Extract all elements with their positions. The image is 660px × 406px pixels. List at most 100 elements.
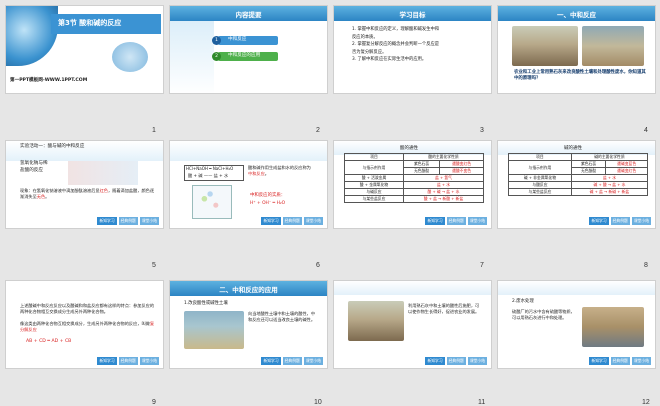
table-row: 与某些盐反应酸 + 盐 → 新酸 + 新盐 — [344, 195, 485, 203]
tab-new-learning[interactable]: 新知学习 — [261, 357, 281, 365]
slide-thumbnail-2[interactable]: 内容提要 1 中和反应 2 中和反应的应用 — [169, 5, 328, 94]
table-cell: 紫色石蕊 — [402, 160, 441, 168]
slide-top-band — [170, 141, 327, 161]
table-cell: 盐 + 氢气 — [402, 174, 485, 182]
application-body: 硫酸厂的污水中含有硫酸等物质，可以用熟石灰进行中和处理。 — [512, 309, 575, 321]
tab-new-learning[interactable]: 新知学习 — [589, 217, 609, 225]
neutralization-note: 酸和碱作用生成盐和水的反应称为中和反应。 — [248, 165, 314, 177]
table-cell: 紫色石蕊 — [570, 160, 607, 168]
equation: HCl+NaOH ═ NaCl+H₂O — [186, 166, 234, 171]
tab-summary[interactable]: 课堂小结 — [139, 217, 159, 225]
table-cell: 遇碱变红色 — [605, 167, 648, 175]
tab-summary[interactable]: 课堂小结 — [303, 357, 323, 365]
slide-thumbnail-12[interactable]: 2.废水处理 硫酸厂的污水中含有硫酸等物质，可以用熟石灰进行中和处理。 新知学习… — [497, 280, 656, 369]
table-title: 碱的通性 — [564, 146, 582, 151]
left-decoration — [170, 21, 214, 93]
slide-footer: 第一PPT模板网-WWW.1PPT.COM — [10, 78, 88, 83]
slide-thumbnail-7[interactable]: 酸的通性 项目 酸的主要化学性质 与指示剂作用 紫色石蕊 遇酸变红色 无色酚酞 遇酸不变… — [333, 140, 492, 229]
soil-photo — [582, 26, 644, 66]
tab-examples[interactable]: 经典例题 — [118, 217, 138, 225]
objective-line: 否为复分解反应。 — [352, 49, 387, 55]
table-cell: 无色酚酞 — [402, 167, 441, 175]
slide-thumbnail-5[interactable]: 实验活动一：酸与碱的中和反应 氢氧化钠与稀 盐酸的反应 现象：在氢氧化钠溶液中滴… — [5, 140, 164, 229]
table-row: 与指示剂作用 紫色石蕊 遇碱变蓝色 — [508, 160, 648, 175]
agenda-item-1: 中和反应 — [228, 37, 247, 42]
tab-examples[interactable]: 经典例题 — [282, 357, 302, 365]
slide-thumbnail-1[interactable]: 第3节 酸和碱的反应 第一PPT模板网-WWW.1PPT.COM — [5, 5, 164, 94]
slide-top-band — [498, 281, 655, 295]
tab-examples[interactable]: 经典例题 — [446, 357, 466, 365]
application-subtitle: 2.废水处理 — [512, 299, 534, 304]
tab-examples[interactable]: 经典例题 — [282, 217, 302, 225]
table-cell: 与指示剂作用 — [508, 160, 572, 175]
activity-title: 实验活动一：酸与碱的中和反应 — [20, 144, 85, 149]
experiment-illustration — [68, 161, 138, 185]
slide-thumbnail-4[interactable]: 一、中和反应 农业和工业上常用熟石灰来改良酸性土壤和处理酸性废水，你知道其中的原… — [497, 5, 656, 94]
slide-number: 12 — [642, 399, 650, 406]
tab-summary[interactable]: 课堂小结 — [139, 357, 159, 365]
slide-title: 第3节 酸和碱的反应 — [58, 19, 122, 27]
slide-thumbnail-3[interactable]: 学习目标 1. 掌握中和反应的定义，理解酸和碱发生中和 反应的本质。 2. 掌握… — [333, 5, 492, 94]
observation-end: 无色 — [36, 194, 46, 200]
mini-tab-bar: 新知学习 经典例题 课堂小结 — [261, 357, 323, 365]
note-prefix: 酸和碱作用生成盐和水的反应称为 — [248, 165, 311, 170]
tab-summary[interactable]: 课堂小结 — [467, 357, 487, 365]
tab-examples[interactable]: 经典例题 — [118, 357, 138, 365]
tab-new-learning[interactable]: 新知学习 — [425, 217, 445, 225]
base-properties-table: 项目 碱的主要化学性质 与指示剂作用 紫色石蕊 遇碱变蓝色 无色酚酞 遇碱变红色 碱 +… — [508, 153, 649, 196]
mini-tab-bar: 新知学习 经典例题 课堂小结 — [261, 217, 323, 225]
slide-number: 5 — [152, 262, 156, 269]
slide-thumbnail-8[interactable]: 碱的通性 项目 碱的主要化学性质 与指示剂作用 紫色石蕊 遇碱变蓝色 无色酚酞 遇碱变红… — [497, 140, 656, 229]
tab-new-learning[interactable]: 新知学习 — [261, 217, 281, 225]
slide-thumbnail-11[interactable]: 利用熟石灰中和土壤的酸性后施肥，可以使作物生长得好，促进农业的发展。 新知学习 … — [333, 280, 492, 369]
slide-number: 9 — [152, 399, 156, 406]
molecule-image — [112, 42, 148, 72]
slide-thumbnail-10[interactable]: 二、中和反应的应用 1.改良酸性或碱性土壤 向当地酸性土壤中和土壤的酸性，中和反… — [169, 280, 328, 369]
table-cell: 与某些盐反应 — [344, 195, 404, 203]
table-cell: 项目 — [344, 153, 404, 161]
tab-examples[interactable]: 经典例题 — [610, 357, 630, 365]
paragraph-1: 上述酸碱中和反应反应以及酸碱和和盐反应都有这样的特点：参加反应的两种化合物相互交… — [20, 303, 155, 315]
table-cell: 盐 + 水 — [402, 181, 485, 189]
table-row: 与酸反应碱 + 酸 → 盐 + 水 — [508, 181, 649, 189]
table-cell: 碱 + 盐 → 新碱 + 新盐 — [570, 188, 649, 196]
tab-examples[interactable]: 经典例题 — [610, 217, 630, 225]
mini-tab-bar: 新知学习 经典例题 课堂小结 — [97, 357, 159, 365]
wastewater-photo — [582, 307, 644, 347]
slide-header-title: 二、中和反应的应用 — [219, 286, 278, 294]
observation-red: 红色 — [99, 188, 108, 193]
tab-examples[interactable]: 经典例题 — [446, 217, 466, 225]
table-cell: 碱 + 酸 → 盐 + 水 — [570, 181, 649, 189]
tab-new-learning[interactable]: 新知学习 — [97, 217, 117, 225]
table-row: 项目 碱的主要化学性质 — [508, 153, 649, 161]
slide-header-title: 学习目标 — [399, 11, 426, 19]
agenda-item-1-bar — [218, 36, 278, 45]
slide-thumbnail-6[interactable]: HCl+NaOH ═ NaCl+H₂O 酸 + 碱 —— 盐 + 水 酸和碱作用… — [169, 140, 328, 229]
table-row: 与某些盐反应碱 + 盐 → 新碱 + 新盐 — [508, 188, 649, 196]
slide-number: 2 — [316, 127, 320, 134]
slide-top-band — [334, 281, 491, 295]
table-cell: 酸 + 金属氧化物 — [344, 181, 404, 189]
tab-summary[interactable]: 课堂小结 — [631, 357, 651, 365]
tab-new-learning[interactable]: 新知学习 — [97, 357, 117, 365]
reaction-scheme: 酸 + 碱 —— 盐 + 水 — [188, 173, 229, 178]
tab-summary[interactable]: 课堂小结 — [631, 217, 651, 225]
objectives-list: 1. 掌握中和反应的定义，理解酸和碱发生中和 反应的本质。 2. 掌握复分解反应… — [352, 26, 490, 64]
acid-properties-table: 项目 酸的主要化学性质 与指示剂作用 紫色石蕊 遇酸变红色 无色酚酞 遇酸不变色 酸 +… — [344, 153, 485, 203]
slide-thumbnail-9[interactable]: 上述酸碱中和反应反应以及酸碱和和盐反应都有这样的特点：参加反应的两种化合物相互交… — [5, 280, 164, 369]
tab-new-learning[interactable]: 新知学习 — [425, 357, 445, 365]
slide-number: 10 — [314, 399, 322, 406]
tractor-photo — [512, 26, 578, 66]
tab-new-learning[interactable]: 新知学习 — [589, 357, 609, 365]
tab-summary[interactable]: 课堂小结 — [303, 217, 323, 225]
table-cell: 与某些盐反应 — [508, 188, 572, 196]
table-cell: 项目 — [508, 153, 572, 161]
mini-tab-bar: 新知学习 经典例题 课堂小结 — [425, 357, 487, 365]
slide-caption: 农业和工业上常用熟石灰来改良酸性土壤和处理酸性废水，你知道其中的原理吗？ — [514, 70, 646, 82]
objective-line: 3. 了解中和反应在实际生活中的应用。 — [352, 57, 427, 63]
objective-line: 反应的本质。 — [352, 34, 378, 40]
table-cell: 遇碱变蓝色 — [605, 160, 648, 168]
table-cell: 与指示剂作用 — [344, 160, 404, 175]
tab-summary[interactable]: 课堂小结 — [467, 217, 487, 225]
observation-suffix: 。 — [45, 194, 50, 200]
